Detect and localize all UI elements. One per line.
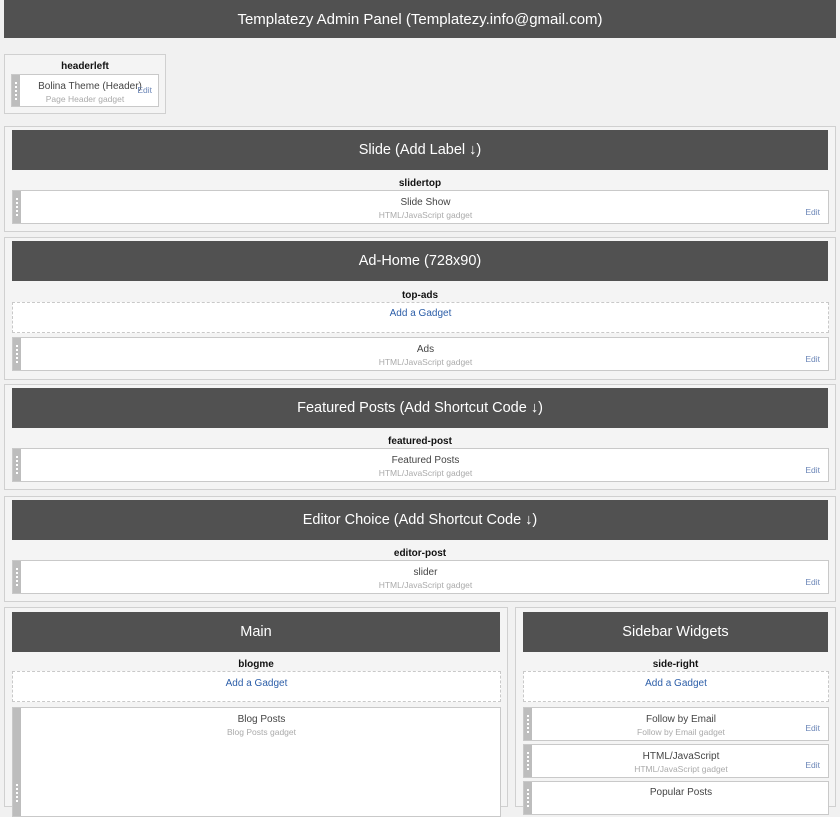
section-main: Main blogme Add a Gadget Blog Posts Blog… xyxy=(4,607,508,817)
section-title-featured-posts: Featured Posts (Add Shortcut Code ↓) xyxy=(12,388,828,428)
section-title-text: Slide (Add Label xyxy=(358,142,466,158)
arrow-down-icon: ↓ xyxy=(469,142,477,158)
drag-handle-icon[interactable] xyxy=(524,708,532,740)
add-gadget-link[interactable]: Add a Gadget xyxy=(226,678,288,689)
gadget-type: HTML/JavaScript gadget xyxy=(634,764,728,774)
gadget-blog-posts[interactable]: Blog Posts Blog Posts gadget xyxy=(12,707,501,817)
admin-panel-header: Templatezy Admin Panel (Templatezy.info@… xyxy=(4,0,836,38)
gadget-title: Popular Posts xyxy=(649,787,713,798)
gadget-title: Ads xyxy=(416,344,435,355)
section-sidebar-widgets: Sidebar Widgets side-right Add a Gadget … xyxy=(515,607,836,815)
edit-link[interactable]: Edit xyxy=(805,577,820,587)
section-label-headerleft: headerleft xyxy=(61,61,109,72)
gadget-title: Blog Posts xyxy=(237,714,286,725)
gadget-type: Page Header gadget xyxy=(45,94,125,104)
arrow-down-icon: ↓ xyxy=(530,400,539,416)
gadget-ads[interactable]: Ads HTML/JavaScript gadget Edit xyxy=(12,337,829,371)
add-gadget-blogme[interactable]: Add a Gadget xyxy=(12,671,501,702)
section-title-text: Sidebar Widgets xyxy=(622,624,729,640)
section-editor-choice: Editor Choice (Add Shortcut Code ↓) edito… xyxy=(4,496,836,602)
gadget-type: HTML/JavaScript gadget xyxy=(378,357,473,367)
arrow-down-icon: ↓ xyxy=(525,512,533,528)
gadget-follow-by-email[interactable]: Follow by Email Follow by Email gadget E… xyxy=(523,707,829,741)
section-title-sidebar: Sidebar Widgets xyxy=(523,612,828,652)
section-label-blogme: blogme xyxy=(238,659,274,670)
gadget-bolina-theme-header[interactable]: Bolina Theme (Header) Page Header gadget… xyxy=(11,74,159,107)
section-label-editor-post: editor-post xyxy=(393,548,447,559)
section-label-slidertop: slidertop xyxy=(398,178,442,189)
section-featured-posts: Featured Posts (Add Shortcut Code ↓) feat… xyxy=(4,384,836,490)
drag-handle-icon[interactable] xyxy=(13,338,21,370)
gadget-title: HTML/JavaScript xyxy=(642,751,720,762)
section-title-ad-home: Ad-Home (728x90) xyxy=(12,241,828,281)
gadget-type: HTML/JavaScript gadget xyxy=(378,468,473,478)
edit-link[interactable]: Edit xyxy=(137,85,152,95)
section-title-text: Main xyxy=(240,624,272,640)
gadget-title: Featured Posts xyxy=(391,455,460,466)
drag-handle-icon[interactable] xyxy=(12,75,20,106)
section-title-text: Editor Choice (Add Shortcut Code xyxy=(302,512,522,528)
gadget-html-javascript[interactable]: HTML/JavaScript HTML/JavaScript gadget E… xyxy=(523,744,829,778)
section-title-text: Featured Posts (Add Shortcut Code xyxy=(297,400,527,416)
gadget-title: Follow by Email xyxy=(645,714,717,725)
section-ad-home: Ad-Home (728x90) top-ads Add a Gadget Ad… xyxy=(4,237,836,380)
drag-handle-icon[interactable] xyxy=(13,449,21,481)
section-label-side-right: side-right xyxy=(652,659,699,670)
drag-handle-icon[interactable] xyxy=(524,782,532,814)
section-title-text: Ad-Home (728x90) xyxy=(358,253,482,269)
drag-handle-icon[interactable] xyxy=(13,191,21,223)
section-slide: Slide (Add Label ↓) slidertop Slide Show … xyxy=(4,126,836,232)
section-title-main: Main xyxy=(12,612,500,652)
gadget-slider[interactable]: slider HTML/JavaScript gadget Edit xyxy=(12,560,829,594)
edit-link[interactable]: Edit xyxy=(805,207,820,217)
gadget-type: HTML/JavaScript gadget xyxy=(378,580,473,590)
gadget-popular-posts[interactable]: Popular Posts xyxy=(523,781,829,815)
add-gadget-side-right[interactable]: Add a Gadget xyxy=(523,671,829,702)
closing-paren: ) xyxy=(476,142,482,158)
gadget-type: Follow by Email gadget xyxy=(637,727,725,737)
closing-paren: ) xyxy=(538,400,543,416)
gadget-title: slider xyxy=(413,567,438,578)
add-gadget-link[interactable]: Add a Gadget xyxy=(390,308,452,319)
section-headerleft: headerleft Bolina Theme (Header) Page He… xyxy=(4,54,166,114)
add-gadget-top-ads[interactable]: Add a Gadget xyxy=(12,302,829,333)
drag-handle-icon[interactable] xyxy=(524,745,532,777)
edit-link[interactable]: Edit xyxy=(805,723,820,733)
drag-handle-icon[interactable] xyxy=(13,708,21,816)
closing-paren: ) xyxy=(532,512,538,528)
section-title-slide: Slide (Add Label ↓) xyxy=(12,130,828,170)
gadget-title: Slide Show xyxy=(400,197,451,208)
gadget-featured-posts[interactable]: Featured Posts HTML/JavaScript gadget Ed… xyxy=(12,448,829,482)
section-label-featured-post: featured-post xyxy=(388,436,452,447)
gadget-type: Blog Posts gadget xyxy=(227,727,296,737)
edit-link[interactable]: Edit xyxy=(805,465,820,475)
gadget-slide-show[interactable]: Slide Show HTML/JavaScript gadget Edit xyxy=(12,190,829,224)
drag-handle-icon[interactable] xyxy=(13,561,21,593)
section-label-top-ads: top-ads xyxy=(401,290,439,301)
add-gadget-link[interactable]: Add a Gadget xyxy=(645,678,707,689)
admin-panel-title: Templatezy Admin Panel (Templatezy.info@… xyxy=(237,10,603,28)
edit-link[interactable]: Edit xyxy=(805,760,820,770)
gadget-type: HTML/JavaScript gadget xyxy=(378,210,473,220)
section-title-editor-choice: Editor Choice (Add Shortcut Code ↓) xyxy=(12,500,828,540)
edit-link[interactable]: Edit xyxy=(805,354,820,364)
